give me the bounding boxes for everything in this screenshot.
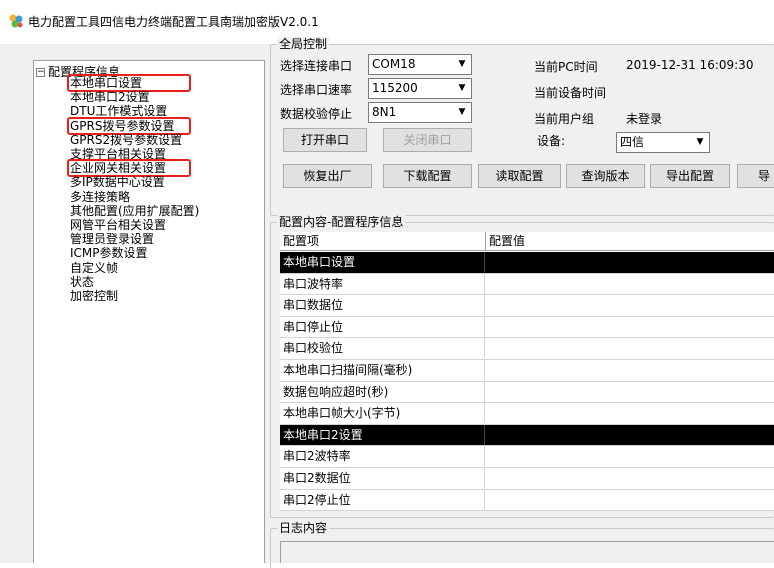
cell-item[interactable]: 串口2波特率: [280, 446, 485, 467]
tree-item[interactable]: 管理员登录设置: [70, 232, 154, 246]
tree-item[interactable]: 加密控制: [70, 289, 118, 303]
global-control-label: 全局控制: [277, 37, 330, 51]
user-group-label: 当前用户组: [534, 112, 595, 126]
baud-select-value: 115200: [372, 81, 418, 95]
cell-value[interactable]: [486, 360, 774, 380]
user-group-value: 未登录: [626, 112, 663, 126]
grid-row[interactable]: 串口波特率: [280, 273, 774, 296]
cell-item[interactable]: 本地串口设置: [280, 252, 485, 272]
col-header-value[interactable]: 配置值: [486, 232, 774, 251]
cell-item[interactable]: 串口波特率: [280, 273, 485, 294]
config-tree[interactable]: − 配置程序信息 本地串口设置 本地串口2设置 DTU工作模式设置 GPRS拨号参数设置…: [33, 60, 265, 563]
collapse-icon[interactable]: −: [36, 68, 45, 77]
device-select-value: 四信: [620, 135, 645, 149]
title-bar: 电力配置工具四信电力终端配置工具南瑞加密版V2.0.1: [0, 0, 774, 44]
device-time-label: 当前设备时间: [534, 86, 607, 100]
cell-item[interactable]: 串口停止位: [280, 316, 485, 337]
grid-row[interactable]: 串口2停止位: [280, 489, 774, 511]
device-select[interactable]: 四信 ▼: [616, 132, 710, 153]
cell-item[interactable]: 串口校验位: [280, 338, 485, 359]
grid-section-row[interactable]: 本地串口2设置: [280, 424, 774, 447]
grid-row[interactable]: 本地串口扫描间隔(毫秒): [280, 360, 774, 382]
chevron-down-icon[interactable]: ▼: [455, 105, 469, 120]
tree-item[interactable]: 其他配置(应用扩展配置): [70, 204, 199, 218]
cell-value[interactable]: [486, 490, 774, 510]
grid-row[interactable]: 本地串口帧大小(字节): [280, 403, 774, 425]
config-grid[interactable]: 配置项 配置值 本地串口设置 串口波特率 串口数据位 串口停止位 串口校验位 本地串口扫描…: [280, 232, 774, 511]
read-config-button[interactable]: 读取配置: [478, 164, 561, 188]
port-label: 选择连接串口: [280, 59, 353, 73]
cell-value[interactable]: [486, 382, 774, 402]
cell-item[interactable]: 串口数据位: [280, 295, 485, 316]
cell-value[interactable]: [486, 338, 774, 358]
cell-item[interactable]: 本地串口帧大小(字节): [280, 403, 485, 424]
cell-value[interactable]: [486, 317, 774, 337]
download-config-button[interactable]: 下载配置: [383, 164, 472, 188]
open-port-button[interactable]: 打开串口: [283, 128, 367, 152]
col-header-item[interactable]: 配置项: [280, 232, 486, 251]
cell-item[interactable]: 本地串口扫描间隔(毫秒): [280, 360, 485, 380]
port-select[interactable]: COM18 ▼: [368, 54, 472, 75]
grid-header: 配置项 配置值: [280, 232, 774, 251]
tree-item[interactable]: 多连接策略: [70, 190, 130, 204]
tree-item[interactable]: 状态: [70, 275, 94, 289]
tree-item[interactable]: 多IP数据中心设置: [70, 175, 165, 189]
tree-item[interactable]: 网管平台相关设置: [70, 218, 166, 232]
cell-item[interactable]: 数据包响应超时(秒): [280, 381, 485, 402]
client-area: − 配置程序信息 本地串口设置 本地串口2设置 DTU工作模式设置 GPRS拨号参数设置…: [0, 37, 774, 568]
grid-row[interactable]: 串口2数据位: [280, 468, 774, 490]
export-config-button[interactable]: 导出配置: [650, 164, 730, 188]
tree-item[interactable]: 本地串口2设置: [70, 90, 150, 104]
grid-section-row[interactable]: 本地串口设置: [280, 252, 774, 274]
chevron-down-icon[interactable]: ▼: [455, 57, 469, 72]
grid-row[interactable]: 串口2波特率: [280, 446, 774, 468]
restore-factory-button[interactable]: 恢复出厂: [283, 164, 372, 188]
window-title: 电力配置工具四信电力终端配置工具南瑞加密版V2.0.1: [28, 15, 319, 29]
parity-label: 数据校验停止: [280, 107, 353, 121]
baud-select[interactable]: 115200 ▼: [368, 78, 472, 99]
cell-value[interactable]: [486, 446, 774, 466]
cell-item[interactable]: 串口2停止位: [280, 489, 485, 510]
tree-item[interactable]: GPRS2拨号参数设置: [70, 133, 182, 147]
grid-row[interactable]: 串口数据位: [280, 295, 774, 317]
close-port-button[interactable]: 关闭串口: [383, 128, 472, 152]
port-select-value: COM18: [372, 57, 416, 71]
pc-time-label: 当前PC时间: [534, 60, 598, 74]
parity-select-value: 8N1: [372, 105, 397, 119]
pc-time-value: 2019-12-31 16:09:30: [626, 58, 754, 72]
grid-row[interactable]: 串口停止位: [280, 316, 774, 339]
cell-value[interactable]: [486, 425, 774, 445]
cell-value[interactable]: [486, 403, 774, 423]
app-icon: [9, 14, 23, 28]
cell-item[interactable]: 本地串口2设置: [280, 424, 485, 445]
grid-row[interactable]: 数据包响应超时(秒): [280, 381, 774, 404]
baud-label: 选择串口速率: [280, 83, 353, 97]
cell-value[interactable]: [486, 274, 774, 294]
log-output[interactable]: [280, 541, 774, 563]
parity-select[interactable]: 8N1 ▼: [368, 102, 472, 123]
cell-value[interactable]: [486, 295, 774, 315]
query-version-button[interactable]: 查询版本: [566, 164, 645, 188]
chevron-down-icon[interactable]: ▼: [455, 81, 469, 96]
more-button[interactable]: 导: [737, 164, 774, 188]
config-content-label: 配置内容-配置程序信息: [277, 215, 406, 229]
cell-value[interactable]: [486, 468, 774, 488]
tree-item[interactable]: ICMP参数设置: [70, 246, 148, 260]
cell-item[interactable]: 串口2数据位: [280, 468, 485, 488]
chevron-down-icon[interactable]: ▼: [693, 135, 707, 150]
tree-item[interactable]: 自定义帧: [70, 261, 118, 275]
cell-value[interactable]: [486, 252, 774, 272]
grid-row[interactable]: 串口校验位: [280, 338, 774, 360]
log-label: 日志内容: [277, 521, 330, 535]
device-label: 设备:: [537, 134, 566, 148]
